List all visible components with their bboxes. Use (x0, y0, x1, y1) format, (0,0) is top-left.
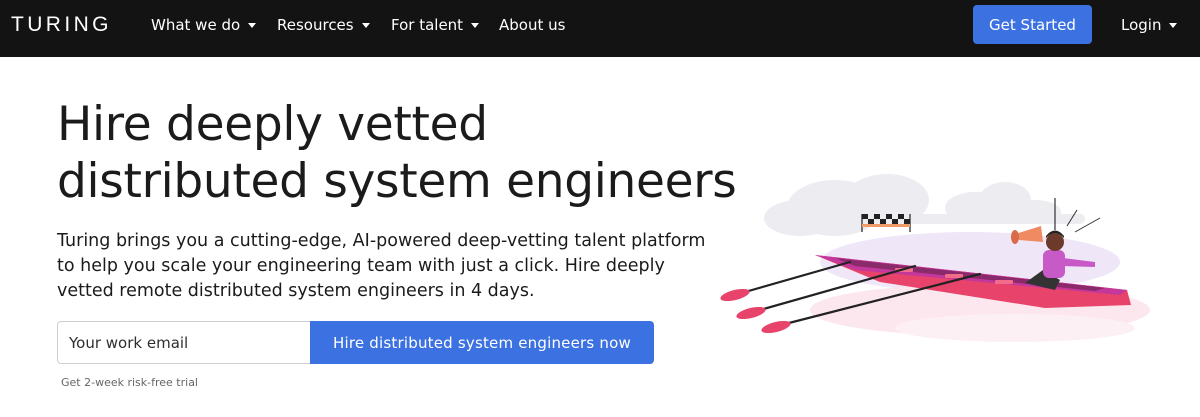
nav-resources-label: Resources (277, 16, 354, 34)
work-email-input[interactable] (57, 321, 311, 364)
login-label: Login (1121, 16, 1162, 34)
rowing-boat-illustration (715, 170, 1160, 370)
trial-note: Get 2-week risk-free trial (61, 376, 198, 389)
nav-what-we-do[interactable]: What we do (151, 15, 257, 35)
nav-for-talent-label: For talent (391, 16, 464, 34)
chevron-down-icon (361, 23, 370, 28)
hero-headline-line1: Hire deeply vetted (57, 97, 488, 152)
hero-description: Turing brings you a cutting-edge, AI-pow… (57, 231, 706, 301)
chevron-down-icon (1169, 23, 1178, 28)
nav-for-talent[interactable]: For talent (391, 15, 480, 35)
nav-about-us[interactable]: About us (499, 15, 565, 35)
chevron-down-icon (471, 23, 480, 28)
get-started-button[interactable]: Get Started (973, 5, 1092, 44)
rowing-boat-icon (720, 174, 1150, 342)
top-navbar: TURING What we do Resources For talent A… (0, 0, 1200, 57)
nav-what-we-do-label: What we do (151, 16, 241, 34)
turing-logo[interactable]: TURING (11, 13, 112, 37)
hero-headline: Hire deeply vetted distributed system en… (57, 96, 757, 210)
hero-headline-line2: distributed system engineers (57, 154, 737, 209)
chevron-down-icon (248, 23, 257, 28)
hire-engineers-button[interactable]: Hire distributed system engineers now (310, 321, 654, 364)
login-menu[interactable]: Login (1121, 15, 1178, 35)
nav-resources[interactable]: Resources (277, 15, 370, 35)
nav-about-us-label: About us (499, 16, 566, 34)
